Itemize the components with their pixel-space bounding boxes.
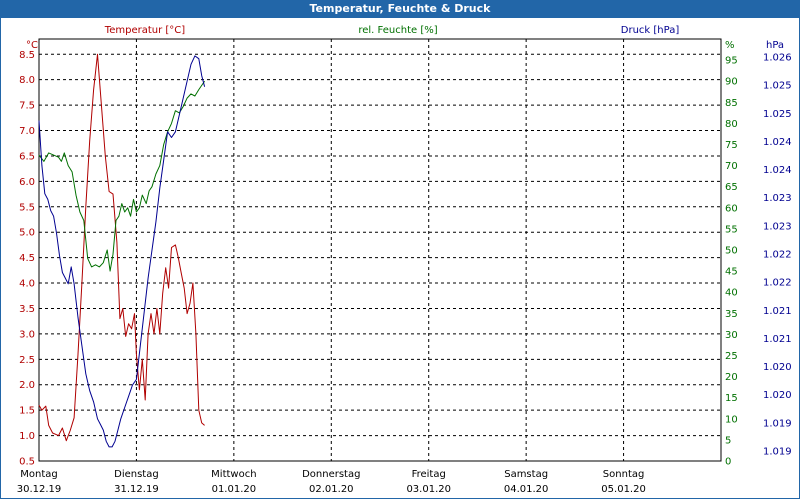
x-date-label: 03.01.20 [406, 484, 451, 495]
humidity-tick-label: 45 [725, 267, 738, 278]
x-date-label: 31.12.19 [114, 484, 159, 495]
x-day-label: Samstag [504, 469, 548, 480]
temperature-tick-label: 8.5 [19, 50, 35, 61]
temperature-tick-label: 7.0 [19, 126, 35, 137]
temperature-tick-label: 2.5 [19, 355, 35, 366]
pressure-tick-label: 1.021 [763, 306, 792, 317]
x-date-label: 05.01.20 [601, 484, 646, 495]
humidity-axis-title: rel. Feuchte [%] [358, 25, 437, 36]
pressure-tick-label: 1.020 [763, 390, 792, 401]
humidity-tick-label: 95 [725, 56, 738, 67]
x-day-label: Dienstag [114, 469, 159, 480]
x-day-label: Donnerstag [302, 469, 360, 480]
x-date-label: 01.01.20 [212, 484, 257, 495]
humidity-tick-label: 40 [725, 288, 738, 299]
pressure-tick-label: 1.020 [763, 362, 792, 373]
pressure-series-line [38, 55, 206, 448]
x-day-label: Mittwoch [211, 469, 256, 480]
pressure-tick-label: 1.022 [763, 250, 792, 261]
x-date-label: 04.01.20 [504, 484, 549, 495]
humidity-tick-label: 75 [725, 140, 738, 151]
humidity-tick-label: 25 [725, 351, 738, 362]
temperature-tick-label: 6.5 [19, 151, 35, 162]
x-day-label: Freitag [412, 469, 446, 480]
pressure-tick-label: 1.025 [763, 109, 792, 120]
humidity-tick-label: 80 [725, 119, 738, 130]
pressure-axis-title: Druck [hPa] [621, 25, 680, 36]
grid [39, 39, 721, 461]
humidity-tick-label: 90 [725, 77, 738, 88]
pressure-tick-label: 1.023 [763, 193, 792, 204]
pressure-tick-label: 1.022 [763, 278, 792, 289]
humidity-tick-label: 70 [725, 161, 738, 172]
humidity-tick-label: 50 [725, 246, 738, 257]
temperature-tick-label: 5.0 [19, 228, 35, 239]
pressure-tick-label: 1.024 [763, 165, 792, 176]
temperature-tick-label: 4.0 [19, 279, 35, 290]
humidity-tick-label: 10 [725, 414, 738, 425]
temperature-unit-label: °C [26, 40, 38, 51]
temperature-tick-label: 3.0 [19, 329, 35, 340]
humidity-tick-label: 65 [725, 182, 738, 193]
humidity-series-line [38, 80, 206, 272]
pressure-tick-label: 1.019 [763, 447, 792, 458]
humidity-tick-label: 60 [725, 203, 738, 214]
temperature-tick-label: 5.5 [19, 202, 35, 213]
temperature-axis-title: Temperatur [°C] [104, 25, 185, 36]
humidity-tick-label: 85 [725, 98, 738, 109]
pressure-tick-label: 1.025 [763, 81, 792, 92]
pressure-tick-label: 1.019 [763, 418, 792, 429]
temperature-tick-label: 1.0 [19, 431, 35, 442]
tick-labels: 8.5 8.0 7.5 7.0 6.5 6.0 5.5 5.0 4.5 4.0 3.5 3.0 2.5 2… [17, 50, 792, 495]
temperature-tick-label: 0.5 [19, 457, 35, 468]
temperature-tick-label: 7.5 [19, 101, 35, 112]
x-day-label: Montag [20, 469, 57, 480]
x-date-label: 30.12.19 [17, 484, 62, 495]
pressure-tick-label: 1.024 [763, 137, 792, 148]
humidity-tick-label: 30 [725, 330, 738, 341]
humidity-unit-label: % [725, 40, 735, 51]
humidity-tick-label: 0 [725, 457, 731, 468]
temperature-tick-label: 3.5 [19, 304, 35, 315]
humidity-tick-label: 5 [725, 435, 731, 446]
pressure-tick-label: 1.021 [763, 334, 792, 345]
plot-area [38, 38, 722, 462]
humidity-tick-label: 55 [725, 224, 738, 235]
axis-labels: °C% hPa Temperatur [°C] rel. Feuchte [%] Dru… [26, 25, 784, 51]
temperature-tick-label: 6.0 [19, 177, 35, 188]
x-date-label: 02.01.20 [309, 484, 354, 495]
humidity-tick-label: 20 [725, 372, 738, 383]
pressure-tick-label: 1.023 [763, 221, 792, 232]
x-day-label: Sonntag [603, 469, 645, 480]
series-layer [38, 53, 206, 448]
chart: 8.5 8.0 7.5 7.0 6.5 6.0 5.5 5.0 4.5 4.0 3.5 3.0 2.5 2… [17, 25, 792, 495]
temperature-tick-label: 8.0 [19, 75, 35, 86]
temperature-tick-label: 4.5 [19, 253, 35, 264]
temperature-tick-label: 1.5 [19, 406, 35, 417]
pressure-tick-label: 1.026 [763, 53, 792, 64]
humidity-tick-label: 35 [725, 309, 738, 320]
temperature-tick-label: 2.0 [19, 380, 35, 391]
humidity-tick-label: 15 [725, 393, 738, 404]
pressure-unit-label: hPa [766, 40, 784, 51]
